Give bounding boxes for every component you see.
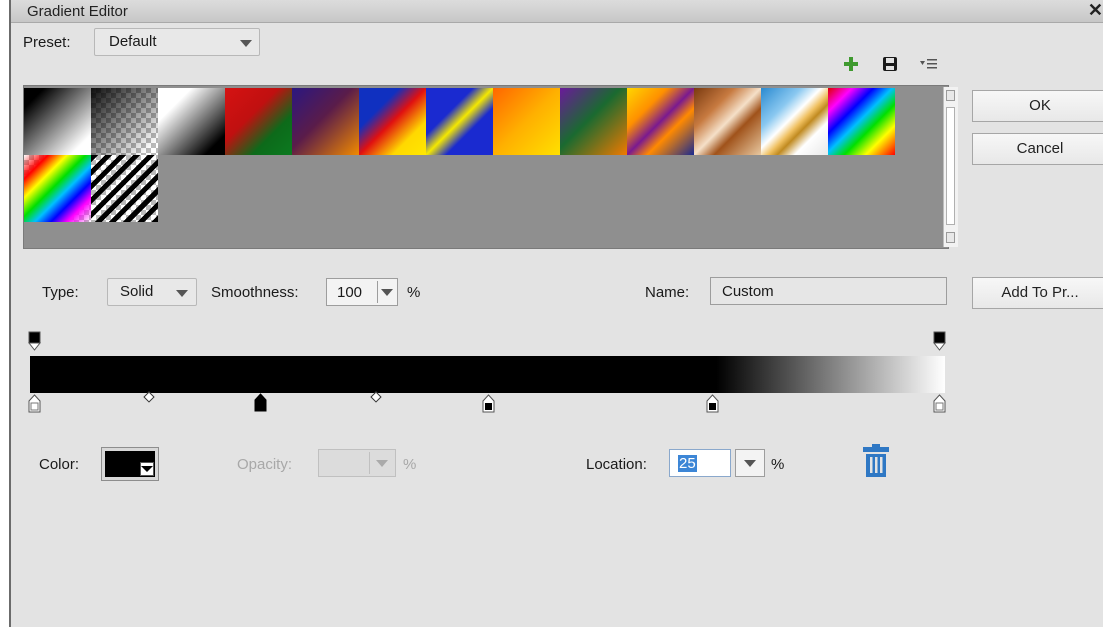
chevron-down-icon xyxy=(381,289,393,296)
chevron-down-icon xyxy=(744,460,756,467)
scroll-down-icon[interactable] xyxy=(946,232,955,243)
preset-swatch[interactable] xyxy=(359,88,426,155)
midpoint-marker[interactable] xyxy=(143,391,155,403)
menu-icon[interactable] xyxy=(920,57,938,71)
type-value: Solid xyxy=(120,283,154,300)
preset-dropdown[interactable]: Default xyxy=(94,28,260,56)
location-label: Location: xyxy=(586,456,647,473)
window-title: Gradient Editor xyxy=(27,3,128,20)
color-stop[interactable] xyxy=(706,394,720,414)
preset-swatch[interactable] xyxy=(694,88,761,155)
scroll-thumb[interactable] xyxy=(946,107,955,225)
preset-label: Preset: xyxy=(23,34,71,51)
color-stop-selected[interactable] xyxy=(254,393,268,413)
add-to-preset-button[interactable]: Add To Pr... xyxy=(972,277,1103,309)
smoothness-unit: % xyxy=(407,284,421,301)
smoothness-label: Smoothness: xyxy=(211,284,299,301)
color-dropdown-button[interactable] xyxy=(140,462,154,476)
location-value[interactable]: 25 xyxy=(678,455,697,472)
preset-swatch[interactable] xyxy=(158,88,225,155)
trash-icon[interactable] xyxy=(861,443,891,478)
preset-swatch[interactable] xyxy=(24,155,91,222)
title-bar: Gradient Editor ✕ xyxy=(11,0,1103,23)
chevron-down-icon xyxy=(240,40,252,47)
preset-swatch[interactable] xyxy=(91,155,158,222)
preset-swatch[interactable] xyxy=(828,88,895,155)
ok-button[interactable]: OK xyxy=(972,90,1103,122)
preset-swatch[interactable] xyxy=(24,88,91,155)
save-icon[interactable] xyxy=(882,56,898,72)
chevron-down-icon xyxy=(376,460,388,467)
gradient-preview-bar[interactable] xyxy=(30,356,945,393)
preset-swatch[interactable] xyxy=(560,88,627,155)
preset-swatch[interactable] xyxy=(225,88,292,155)
color-stop[interactable] xyxy=(28,394,42,414)
preset-swatch[interactable] xyxy=(292,88,359,155)
location-dropdown-button[interactable] xyxy=(735,449,765,477)
preset-swatch-panel xyxy=(23,85,958,249)
type-label: Type: xyxy=(42,284,79,301)
chevron-down-icon xyxy=(141,466,153,472)
midpoint-marker[interactable] xyxy=(370,391,382,403)
preset-swatch[interactable] xyxy=(493,88,560,155)
location-unit: % xyxy=(771,456,785,473)
name-value: Custom xyxy=(722,283,774,300)
location-input[interactable]: 25 xyxy=(669,449,731,477)
opacity-stop-left[interactable] xyxy=(28,331,42,353)
plus-icon[interactable] xyxy=(843,56,859,72)
scroll-up-icon[interactable] xyxy=(946,90,955,101)
gradient-editor-dialog: Gradient Editor ✕ Preset: Default OK Can… xyxy=(9,0,1103,627)
preset-swatch[interactable] xyxy=(761,88,828,155)
smoothness-value: 100 xyxy=(337,284,363,301)
opacity-stop-right[interactable] xyxy=(933,331,947,353)
chevron-down-icon[interactable] xyxy=(176,290,188,297)
preset-swatch[interactable] xyxy=(91,88,158,155)
color-label: Color: xyxy=(39,456,80,473)
opacity-input xyxy=(318,449,396,477)
color-stop[interactable] xyxy=(482,394,496,414)
preset-value: Default xyxy=(109,33,157,50)
smoothness-dropdown-button[interactable] xyxy=(377,281,396,303)
color-swatch-button[interactable] xyxy=(101,447,159,481)
opacity-label: Opacity: xyxy=(237,456,293,473)
close-icon[interactable]: ✕ xyxy=(1088,0,1103,21)
cancel-button[interactable]: Cancel xyxy=(972,133,1103,165)
name-input[interactable]: Custom xyxy=(710,277,947,305)
name-label: Name: xyxy=(645,284,690,301)
smoothness-input[interactable]: 100 xyxy=(326,278,398,306)
preset-scrollbar[interactable] xyxy=(943,87,958,247)
preset-swatch[interactable] xyxy=(627,88,694,155)
color-stop[interactable] xyxy=(933,394,947,414)
preset-swatch[interactable] xyxy=(426,88,493,155)
opacity-unit: % xyxy=(403,456,417,473)
opacity-dropdown-button xyxy=(369,452,394,474)
type-dropdown[interactable]: Solid xyxy=(107,278,197,306)
